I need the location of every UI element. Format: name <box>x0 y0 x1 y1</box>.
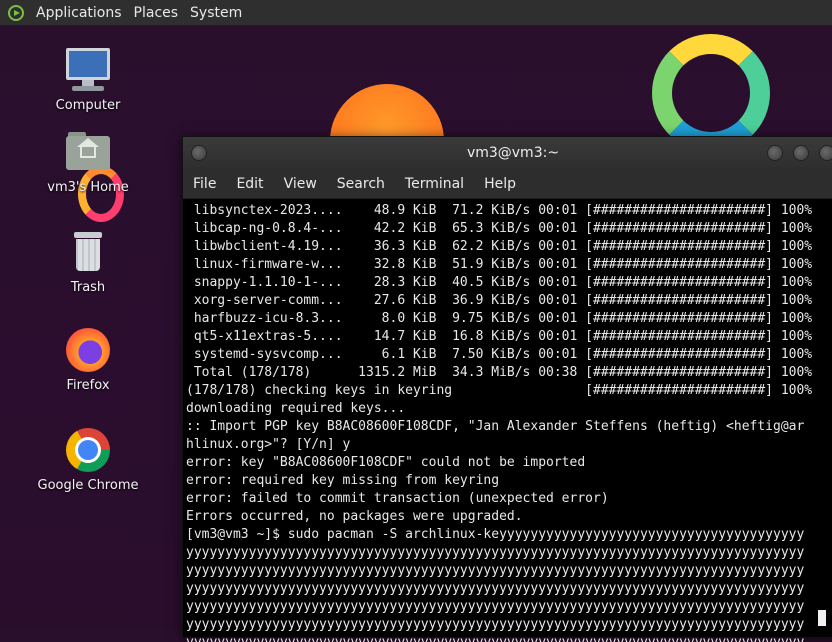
menu-terminal[interactable]: Terminal <box>395 176 474 192</box>
trash-icon <box>64 228 112 276</box>
desktop-icon-trash[interactable]: Trash <box>33 228 143 295</box>
terminal-line: libcap-ng-0.8.4-... 42.2 KiB 65.3 KiB/s … <box>186 221 813 236</box>
terminal-line: error: key "B8AC08600F108CDF" could not … <box>186 455 586 470</box>
panel-menu-applications[interactable]: Applications <box>30 5 128 21</box>
terminal-output[interactable]: libsynctex-2023.... 48.9 KiB 71.2 KiB/s … <box>183 199 832 642</box>
home-folder-icon <box>64 128 112 176</box>
desktop-icon-chrome[interactable]: Google Chrome <box>33 426 143 493</box>
panel-menu-system[interactable]: System <box>184 5 248 21</box>
window-menu-icon[interactable] <box>191 145 207 161</box>
mate-logo-icon[interactable] <box>8 4 24 21</box>
top-panel: Applications Places System <box>0 0 832 26</box>
terminal-cursor <box>818 610 826 626</box>
desktop-icon-label: Google Chrome <box>37 478 139 493</box>
terminal-line: yyyyyyyyyyyyyyyyyyyyyyyyyyyyyyyyyyyyyyyy… <box>186 545 805 560</box>
menu-edit[interactable]: Edit <box>226 176 273 192</box>
panel-menu-places[interactable]: Places <box>128 5 185 21</box>
terminal-line: :: Import PGP key B8AC08600F108CDF, "Jan… <box>186 419 805 434</box>
terminal-line: (178/178) checking keys in keyring [####… <box>186 383 813 398</box>
menu-help[interactable]: Help <box>474 176 526 192</box>
terminal-window[interactable]: vm3@vm3:~ File Edit View Search Terminal… <box>182 136 832 642</box>
desktop-icon-label: Firefox <box>66 378 110 393</box>
chrome-icon <box>64 426 112 474</box>
terminal-line: xorg-server-comm... 27.6 KiB 36.9 KiB/s … <box>186 293 813 308</box>
window-title: vm3@vm3:~ <box>466 145 560 161</box>
terminal-line: error: required key missing from keyring <box>186 473 500 488</box>
terminal-line: error: failed to commit transaction (une… <box>186 491 609 506</box>
computer-icon <box>64 46 112 94</box>
desktop-icon-label: Computer <box>55 98 121 113</box>
terminal-line: yyyyyyyyyyyyyyyyyyyyyyyyyyyyyyyyyyyyyyyy… <box>186 599 805 614</box>
wallpaper-rainbow-ring <box>652 34 770 152</box>
terminal-line: linux-firmware-w... 32.8 KiB 51.9 KiB/s … <box>186 257 813 272</box>
terminal-line: harfbuzz-icu-8.3... 8.0 KiB 9.75 KiB/s 0… <box>186 311 813 326</box>
terminal-line: hlinux.org>"? [Y/n] y <box>186 437 351 452</box>
desktop-icon-label: vm3's Home <box>47 180 129 195</box>
terminal-line: yyyyyyyyyyyyyyyyyyyyyyyyyyyyyyyyyyyyyyyy… <box>186 634 832 642</box>
menu-search[interactable]: Search <box>327 176 395 192</box>
terminal-line: qt5-x11extras-5.... 14.7 KiB 16.8 KiB/s … <box>186 329 813 344</box>
terminal-menubar: File Edit View Search Terminal Help <box>183 169 832 199</box>
terminal-line: libsynctex-2023.... 48.9 KiB 71.2 KiB/s … <box>186 203 813 218</box>
terminal-titlebar[interactable]: vm3@vm3:~ <box>183 137 832 169</box>
terminal-line: Total (178/178) 1315.2 MiB 34.3 MiB/s 00… <box>186 365 813 380</box>
terminal-line: libwbclient-4.19... 36.3 KiB 62.2 KiB/s … <box>186 239 813 254</box>
desktop-icon-label: Trash <box>70 280 106 295</box>
menu-file[interactable]: File <box>183 176 226 192</box>
menu-view[interactable]: View <box>274 176 327 192</box>
maximize-icon[interactable] <box>793 145 809 161</box>
terminal-line: [vm3@vm3 ~]$ sudo pacman -S archlinux-ke… <box>186 527 805 542</box>
terminal-line: downloading required keys... <box>186 401 406 416</box>
terminal-line: snappy-1.1.10-1-... 28.3 KiB 40.5 KiB/s … <box>186 275 813 290</box>
terminal-line: yyyyyyyyyyyyyyyyyyyyyyyyyyyyyyyyyyyyyyyy… <box>186 617 805 632</box>
firefox-icon <box>64 326 112 374</box>
desktop-icon-home[interactable]: vm3's Home <box>33 128 143 195</box>
terminal-line: yyyyyyyyyyyyyyyyyyyyyyyyyyyyyyyyyyyyyyyy… <box>186 581 805 596</box>
minimize-icon[interactable] <box>767 145 783 161</box>
terminal-line: Errors occurred, no packages were upgrad… <box>186 509 523 524</box>
terminal-line: yyyyyyyyyyyyyyyyyyyyyyyyyyyyyyyyyyyyyyyy… <box>186 563 805 578</box>
desktop-icon-computer[interactable]: Computer <box>33 46 143 113</box>
desktop-icon-firefox[interactable]: Firefox <box>33 326 143 393</box>
terminal-line: systemd-sysvcomp... 6.1 KiB 7.50 KiB/s 0… <box>186 347 813 362</box>
close-icon[interactable] <box>819 145 832 161</box>
